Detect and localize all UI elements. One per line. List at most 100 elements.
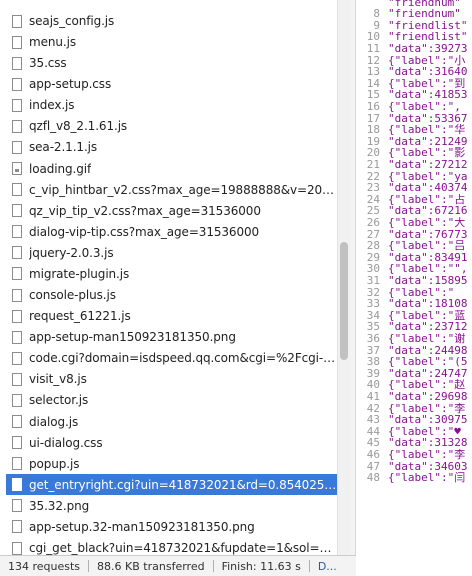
- request-row[interactable]: qzfl_v8_2.1.61.js: [6, 116, 337, 137]
- code-line: 17 "data":53367: [356, 113, 472, 125]
- line-number: 40: [366, 379, 380, 391]
- code-line: 12 {"label":"小: [356, 55, 472, 67]
- request-row[interactable]: seajs_config.js: [6, 11, 337, 32]
- code-text: {"label":"闫: [388, 472, 466, 484]
- image-file-icon: [12, 162, 22, 176]
- code-line: 15 "data":41853: [356, 89, 472, 101]
- request-row-selected[interactable]: get_entryright.cgi?uin=418732021&rd=0.85…: [6, 474, 337, 496]
- request-name: migrate-plugin.js: [29, 266, 130, 281]
- code-text: "data":27212: [388, 158, 468, 171]
- request-row[interactable]: 35.32.png: [6, 495, 337, 516]
- scrollbar-thumb[interactable]: [340, 242, 348, 360]
- code-line: 11 "data":39273: [356, 43, 472, 55]
- request-row[interactable]: console-plus.js: [6, 285, 337, 306]
- code-text: {"label":"大: [388, 216, 466, 229]
- request-row[interactable]: 35.css: [6, 53, 337, 74]
- image-file-icon: [12, 330, 22, 344]
- code-line: 45 "data":31328: [356, 437, 472, 449]
- request-row[interactable]: migrate-plugin.js: [6, 263, 337, 284]
- code-text: "data":76773: [388, 228, 468, 241]
- code-text: "data":41853: [388, 89, 468, 101]
- code-text: {"label":"占: [388, 193, 466, 206]
- document-file-icon: [12, 457, 22, 471]
- request-list-scrollbar[interactable]: [337, 0, 350, 555]
- request-name: console-plus.js: [29, 288, 116, 303]
- code-text: "friendnum": [388, 0, 461, 9]
- document-file-icon: [12, 35, 22, 49]
- request-row[interactable]: ui-dialog.css: [6, 432, 337, 453]
- request-name: 35.css: [29, 56, 67, 71]
- request-row[interactable]: jquery-2.0.3.js: [6, 242, 337, 263]
- request-name: popup.js: [29, 456, 80, 471]
- code-text: "data":40374: [388, 182, 468, 194]
- request-count: 134 requests: [8, 559, 81, 573]
- line-number: 37: [366, 344, 380, 357]
- request-row[interactable]: c_vip_hintbar_v2.css?max_age=19888888&v=…: [6, 179, 337, 200]
- line-number: 44: [366, 425, 380, 438]
- request-row[interactable]: request_61221.js: [6, 306, 337, 327]
- code-line: 14 {"label":"到: [356, 78, 472, 90]
- code-text: {"label":"李: [388, 402, 466, 415]
- request-row[interactable]: index.js: [6, 95, 337, 116]
- request-row[interactable]: qz_vip_tip_v2.css?max_age=31536000: [6, 200, 337, 221]
- line-number: 39: [366, 367, 380, 380]
- line-number: 9: [373, 19, 380, 32]
- request-row[interactable]: popup.js: [6, 453, 337, 474]
- code-text: "data":18108: [388, 298, 468, 310]
- line-number: 22: [366, 170, 380, 183]
- request-row[interactable]: app-setup.css: [6, 74, 337, 95]
- code-text: {"label":"蓝: [388, 309, 466, 322]
- line-number: 45: [366, 437, 380, 449]
- code-text: {"label":"(5: [388, 356, 468, 368]
- document-file-icon: [12, 288, 22, 302]
- request-row[interactable]: dialog.js: [6, 411, 337, 432]
- code-text: {"label":"影: [388, 147, 466, 159]
- request-row[interactable]: dialog-vip-tip.css?max_age=31536000: [6, 221, 337, 242]
- document-file-icon: [12, 225, 22, 239]
- request-name: c_vip_hintbar_v2.css?max_age=19888888&v=…: [29, 182, 337, 197]
- network-request-list: seajs_config.js menu.js 35.css app-setup.cs…: [0, 0, 337, 555]
- request-name: visit_v8.js: [29, 372, 87, 387]
- code-text: {"label":"♥: [388, 425, 461, 438]
- request-row[interactable]: visit_v8.js: [6, 369, 337, 390]
- line-number: 20: [366, 147, 380, 159]
- request-name: code.cgi?domain=isdspeed.qq.com&cgi=%2Fc…: [29, 351, 337, 366]
- status-divider: [308, 560, 310, 572]
- request-row[interactable]: menu.js: [6, 32, 337, 53]
- document-file-icon: [12, 246, 22, 260]
- document-file-icon: [12, 436, 22, 450]
- request-row[interactable]: loading.gif: [6, 158, 337, 179]
- code-line: 43 "data":30975: [356, 414, 472, 426]
- code-line: 38 {"label":"(5: [356, 356, 472, 368]
- code-text: {"label":"谢: [388, 332, 466, 345]
- code-text: "friendnum": [388, 8, 461, 20]
- document-file-icon: [12, 415, 22, 429]
- document-file-icon: [12, 541, 22, 555]
- line-number: 32: [366, 286, 380, 299]
- response-preview-pane: "friendnum" 8 "friendnum" 9 "friendlist" 10 "f…: [356, 0, 472, 576]
- line-number: 17: [366, 112, 380, 125]
- code-text: {"label":"华: [388, 124, 466, 136]
- line-number: 27: [366, 228, 380, 241]
- request-row[interactable]: cgi_get_black?uin=418732021&fupdate=1&so…: [6, 538, 337, 555]
- request-row[interactable]: app-setup-man150923181350.png: [6, 327, 337, 348]
- code-text: "data":24498: [388, 344, 468, 357]
- request-name: sea-2.1.1.js: [29, 140, 98, 155]
- request-name: app-setup-man150923181350.png: [29, 330, 236, 345]
- line-number: 13: [366, 66, 380, 78]
- code-text: "data":67216: [388, 205, 468, 217]
- dom-content-loaded-link[interactable]: D...: [318, 560, 337, 573]
- line-number: 26: [366, 216, 380, 229]
- line-number: 25: [366, 205, 380, 217]
- request-row[interactable]: sea-2.1.1.js: [6, 137, 337, 158]
- code-line: 8 "friendnum": [356, 8, 472, 20]
- network-status-bar: 134 requests 88.6 KB transferred Finish:…: [0, 555, 356, 576]
- request-row[interactable]: selector.js: [6, 390, 337, 411]
- request-row[interactable]: code.cgi?domain=isdspeed.qq.com&cgi=%2Fc…: [6, 348, 337, 369]
- document-file-icon: [12, 267, 22, 281]
- request-row[interactable]: app-setup.32-man150923181350.png: [6, 516, 337, 537]
- code-line: 35 "data":23712: [356, 321, 472, 333]
- line-number: 29: [366, 251, 380, 264]
- line-number: 46: [366, 448, 380, 461]
- line-number: 48: [366, 472, 380, 484]
